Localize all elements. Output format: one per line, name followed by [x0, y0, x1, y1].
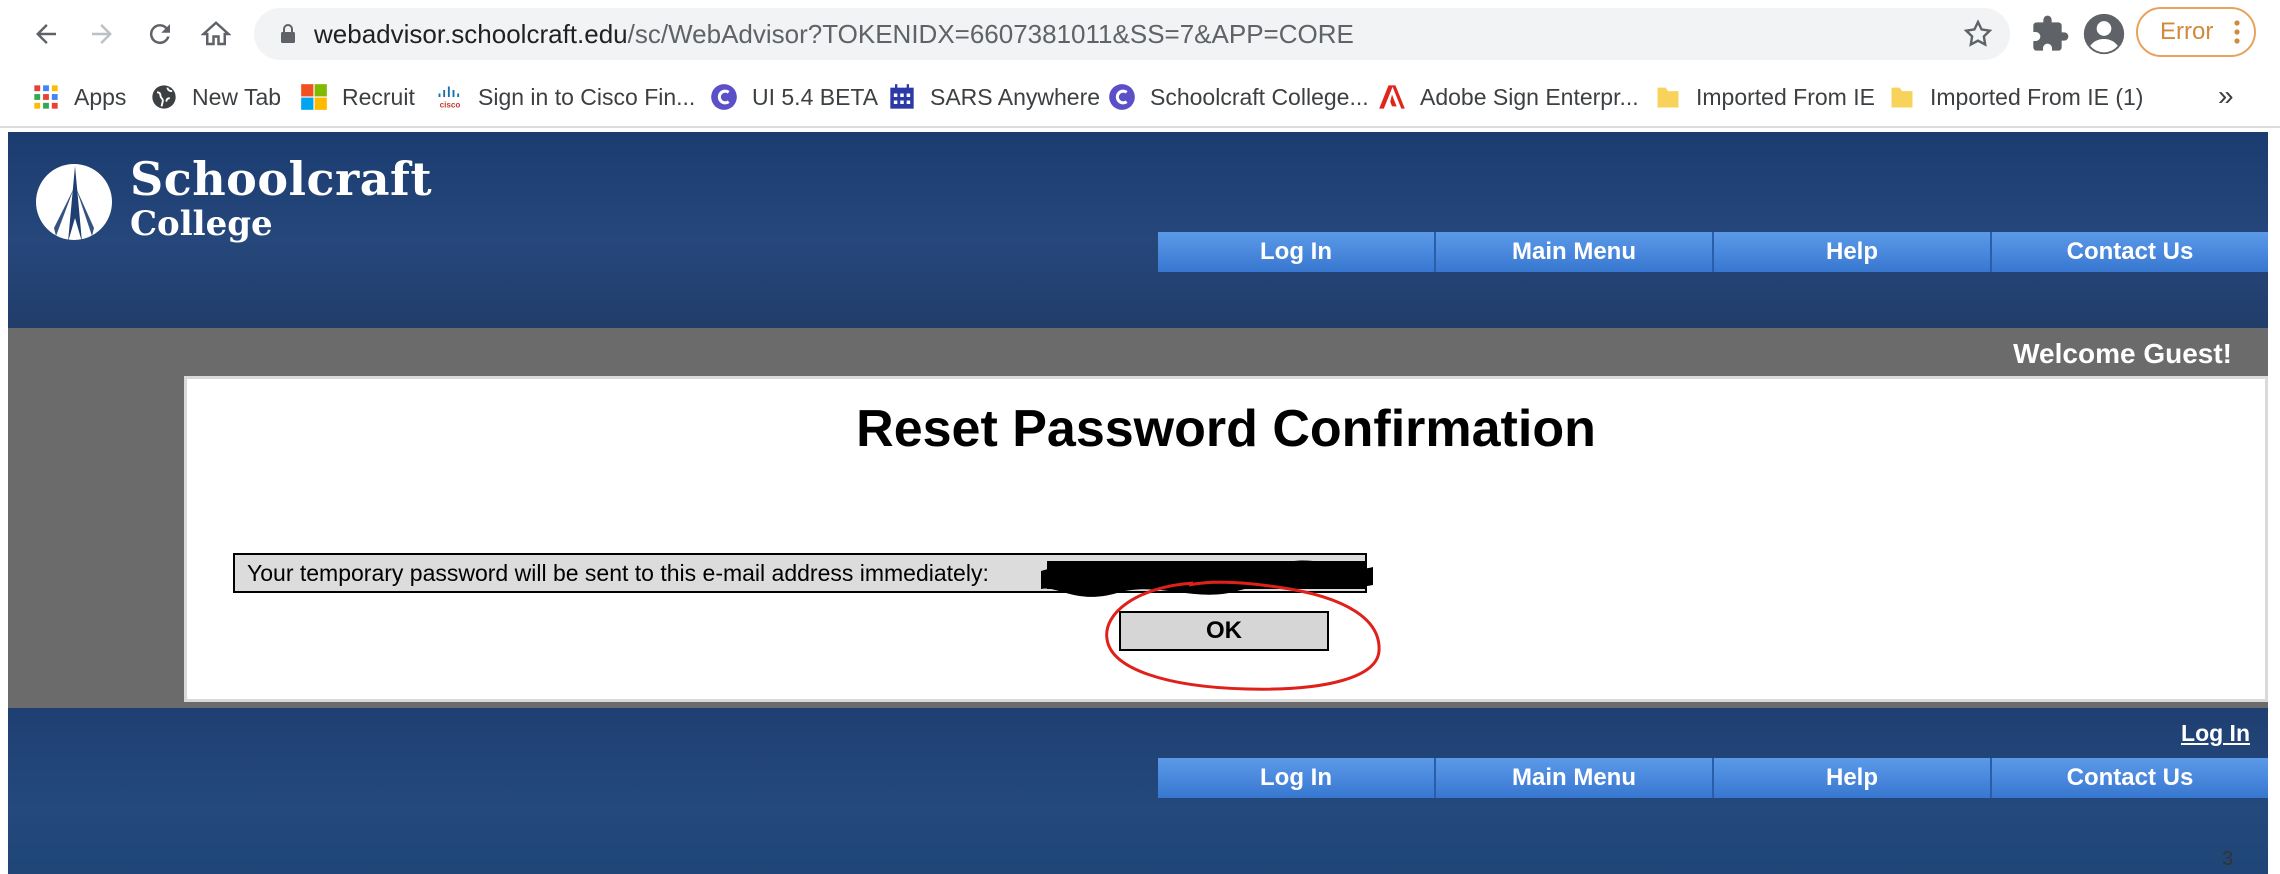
page-number: 3 — [2222, 848, 2234, 870]
bookmark-label: Schoolcraft College... — [1150, 83, 1369, 110]
bookmark-label: Adobe Sign Enterpr... — [1420, 83, 1639, 110]
bookmark-label: Sign in to Cisco Fin... — [478, 83, 696, 110]
back-icon[interactable] — [26, 14, 66, 54]
logo-wordmark-line1: Schoolcraft — [130, 152, 433, 206]
globe-icon — [152, 85, 176, 109]
main-panel: Reset Password Confirmation Your tempora… — [184, 376, 2268, 702]
bookmark-label: Recruit — [342, 83, 415, 110]
confirmation-text: Your temporary password will be sent to … — [247, 560, 989, 586]
kebab-menu-icon — [2234, 20, 2240, 44]
bookmark-label: SARS Anywhere — [930, 83, 1101, 110]
bookmark-star-icon[interactable] — [1962, 18, 1994, 50]
home-icon[interactable] — [196, 14, 236, 54]
nav-help[interactable]: Help — [1712, 232, 1990, 272]
bookmark-new-tab[interactable]: New Tab — [150, 80, 281, 114]
footer-nav-contact-us[interactable]: Contact Us — [1990, 758, 2268, 798]
lock-icon[interactable] — [276, 22, 300, 46]
webadvisor-page: Schoolcraft College Log In Main Menu Hel… — [0, 128, 2280, 874]
ellucian-icon — [711, 84, 737, 110]
forward-icon[interactable] — [82, 14, 122, 54]
folder-icon — [1891, 87, 1913, 108]
footer-log-in-link[interactable]: Log In — [2181, 720, 2250, 747]
microsoft-icon — [301, 84, 327, 110]
bottom-nav-menu: Log In Main Menu Help Contact Us — [1158, 758, 2268, 798]
ellucian-icon — [1109, 84, 1135, 110]
footer-nav-main-menu[interactable]: Main Menu — [1434, 758, 1712, 798]
bookmark-ui-beta[interactable]: UI 5.4 BETA — [710, 80, 878, 114]
bookmark-recruit[interactable]: Recruit — [300, 80, 415, 114]
profile-avatar-icon[interactable] — [2082, 12, 2126, 56]
schoolcraft-logo-icon[interactable] — [34, 158, 114, 246]
top-nav-menu: Log In Main Menu Help Contact Us — [1158, 232, 2268, 272]
welcome-message: Welcome Guest! — [2013, 338, 2232, 369]
svg-text:cisco: cisco — [440, 101, 461, 110]
adobe-icon — [1379, 85, 1405, 109]
nav-main-menu[interactable]: Main Menu — [1434, 232, 1712, 272]
nav-contact-us[interactable]: Contact Us — [1990, 232, 2268, 272]
cisco-icon: cisco — [438, 86, 461, 110]
url-path: /sc/WebAdvisor?TOKENIDX=6607381011&SS=7&… — [627, 19, 1354, 49]
page-title: Reset Password Confirmation — [856, 400, 1596, 458]
site-header: Schoolcraft College Log In Main Menu Hel… — [8, 132, 2268, 328]
folder-icon — [1657, 87, 1679, 108]
bookmark-label: UI 5.4 BETA — [752, 83, 879, 110]
bookmark-adobe-sign[interactable]: Adobe Sign Enterpr... — [1378, 80, 1639, 114]
bookmark-sars-anywhere[interactable]: SARS Anywhere — [888, 80, 1100, 114]
bookmark-apps[interactable]: Apps — [32, 80, 126, 114]
bookmarks-overflow-chevron[interactable]: » — [2218, 80, 2234, 112]
bookmark-cisco-finesse[interactable]: cisco Sign in to Cisco Fin... — [436, 80, 695, 114]
browser-toolbar: webadvisor.schoolcraft.edu/sc/WebAdvisor… — [0, 0, 2280, 68]
bookmark-label: Imported From IE — [1696, 83, 1875, 110]
error-label: Error — [2160, 18, 2214, 45]
bookmark-label: Apps — [74, 83, 127, 110]
bookmark-label: Imported From IE (1) — [1930, 83, 2144, 110]
content-band: Welcome Guest! Reset Password Confirmati… — [8, 328, 2268, 708]
bookmark-schoolcraft-college[interactable]: Schoolcraft College... — [1108, 80, 1369, 114]
bookmarks-bar: Apps New Tab Recruit cisco Sign in to Ci… — [0, 68, 2280, 128]
bookmark-folder-imported-ie-1[interactable]: Imported From IE (1) — [1888, 80, 2143, 114]
url-host: webadvisor.schoolcraft.edu — [314, 19, 628, 49]
red-annotation-circle — [1105, 580, 1381, 691]
address-bar[interactable]: webadvisor.schoolcraft.edu/sc/WebAdvisor… — [254, 8, 2010, 60]
nav-log-in[interactable]: Log In — [1158, 232, 1434, 272]
reload-icon[interactable] — [140, 14, 180, 54]
apps-grid-icon — [34, 85, 58, 109]
calendar-icon — [890, 84, 914, 109]
footer-nav-log-in[interactable]: Log In — [1158, 758, 1434, 798]
bookmark-folder-imported-ie[interactable]: Imported From IE — [1654, 80, 1875, 114]
logo-wordmark-line2: College — [130, 204, 273, 244]
footer-nav-help[interactable]: Help — [1712, 758, 1990, 798]
site-footer: Log In Log In Main Menu Help Contact Us — [8, 708, 2268, 874]
extensions-puzzle-icon[interactable] — [2030, 14, 2070, 54]
url-text[interactable]: webadvisor.schoolcraft.edu/sc/WebAdvisor… — [314, 8, 1354, 60]
bookmark-label: New Tab — [192, 83, 282, 110]
error-menu-button[interactable]: Error — [2136, 7, 2256, 57]
